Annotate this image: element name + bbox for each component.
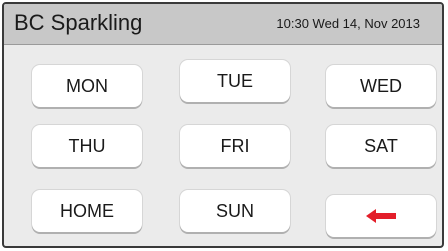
tue-button[interactable]: TUE bbox=[180, 60, 290, 102]
app-title: BC Sparkling bbox=[14, 10, 143, 35]
fri-label: FRI bbox=[220, 135, 250, 156]
tue-label: TUE bbox=[217, 70, 253, 91]
mon-label: MON bbox=[66, 75, 108, 96]
left-arrow-icon bbox=[366, 209, 396, 223]
title-bar: BC Sparkling 10:30 Wed 14, Nov 2013 bbox=[4, 4, 442, 45]
home-label: HOME bbox=[60, 200, 114, 221]
sat-label: SAT bbox=[364, 135, 398, 156]
mon-button[interactable]: MON bbox=[32, 65, 142, 107]
sun-button[interactable]: SUN bbox=[180, 190, 290, 232]
wed-button[interactable]: WED bbox=[326, 65, 436, 107]
thu-label: THU bbox=[68, 135, 106, 156]
sun-label: SUN bbox=[215, 200, 254, 221]
fri-button[interactable]: FRI bbox=[180, 125, 290, 167]
date-time: 10:30 Wed 14, Nov 2013 bbox=[276, 16, 420, 31]
device-screen: BC Sparkling 10:30 Wed 14, Nov 2013 MON … bbox=[2, 2, 444, 248]
sat-button[interactable]: SAT bbox=[326, 125, 436, 167]
wed-label: WED bbox=[360, 75, 402, 96]
thu-button[interactable]: THU bbox=[32, 125, 142, 167]
home-button[interactable]: HOME bbox=[32, 190, 142, 232]
back-button[interactable] bbox=[326, 195, 436, 237]
